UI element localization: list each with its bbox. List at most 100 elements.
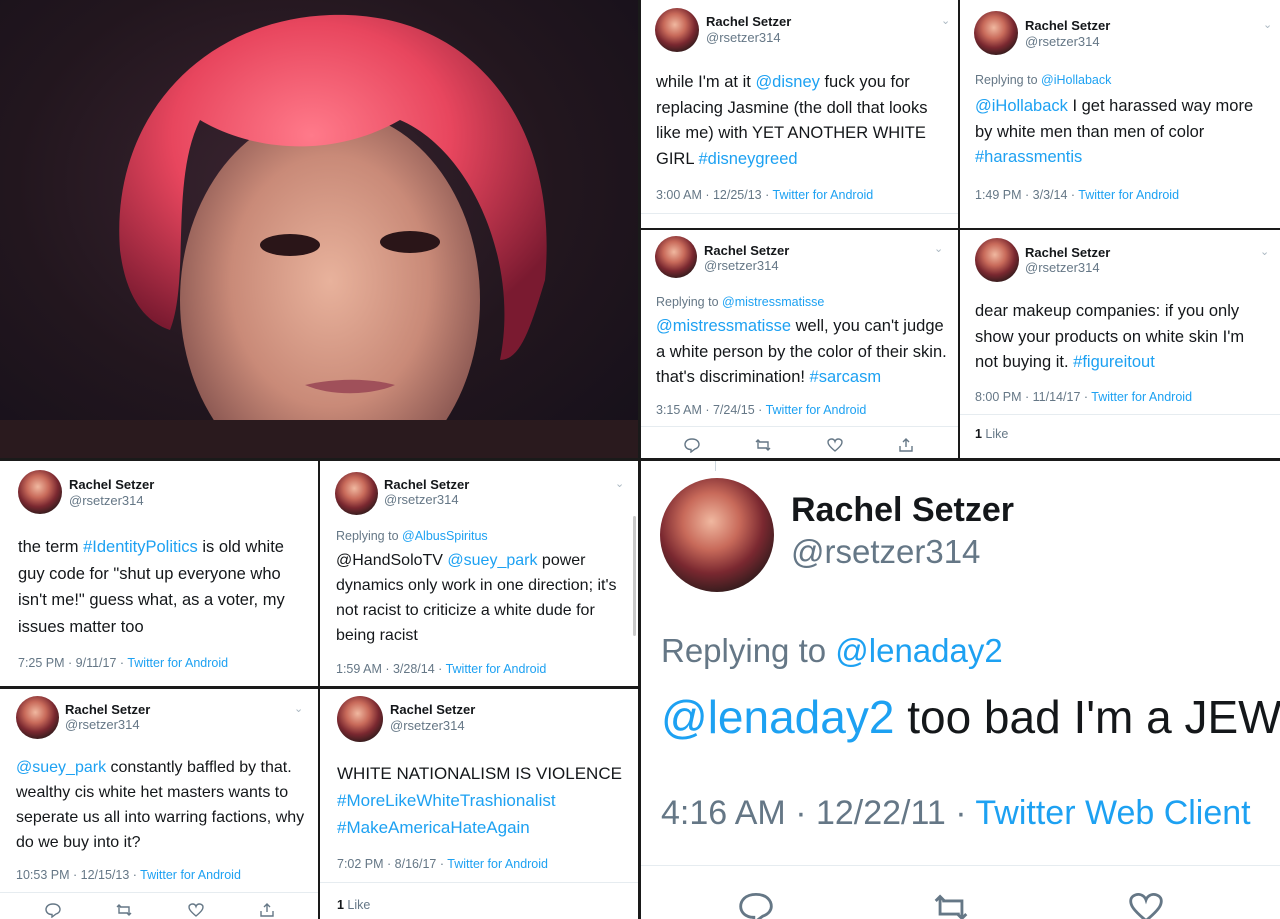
retweet-icon[interactable] [931, 890, 971, 919]
replying-mention[interactable]: @mistressmatisse [722, 295, 824, 309]
hashtag-link[interactable]: #IdentityPolitics [83, 538, 198, 556]
profile-photo [0, 0, 638, 458]
avatar[interactable] [335, 472, 378, 515]
mention-link[interactable]: @disney [755, 73, 819, 91]
author-handle[interactable]: @rsetzer314 [704, 258, 779, 273]
tweet-card-handsolo[interactable]: Rachel Setzer @rsetzer314 ⌄ Replying to … [320, 461, 638, 686]
tweet-card-makeup[interactable]: Rachel Setzer @rsetzer314 ⌄ dear makeup … [960, 230, 1280, 458]
author-handle[interactable]: @rsetzer314 [390, 718, 465, 733]
tweet-text-line: not buying it. #figureitout [975, 350, 1273, 376]
timestamp[interactable]: 1:49 PM · 3/3/14 · [975, 188, 1078, 202]
tweet-card-ihollaback[interactable]: Rachel Setzer @rsetzer314 ⌄ Replying to … [960, 0, 1280, 228]
heart-icon[interactable] [826, 437, 844, 453]
divider [0, 892, 318, 893]
chevron-down-icon[interactable]: ⌄ [941, 14, 950, 27]
author-name[interactable]: Rachel Setzer [390, 702, 475, 717]
avatar[interactable] [660, 478, 774, 592]
avatar[interactable] [16, 696, 59, 739]
tweet-source[interactable]: Twitter for Android [766, 403, 867, 417]
hashtag-link[interactable]: #harassmentis [975, 148, 1082, 166]
likes-count[interactable]: 1 Like [337, 898, 370, 912]
tweet-source[interactable]: Twitter for Android [127, 656, 228, 670]
tweet-source[interactable]: Twitter for Android [1078, 188, 1179, 202]
hashtag-link[interactable]: #disneygreed [698, 150, 797, 168]
tweet-text-line: a white person by the color of their ski… [656, 340, 951, 366]
scrollbar[interactable] [633, 516, 636, 636]
retweet-icon[interactable] [115, 902, 133, 918]
timestamp[interactable]: 8:00 PM · 11/14/17 · [975, 390, 1091, 404]
author-handle[interactable]: @rsetzer314 [1025, 34, 1100, 49]
tweet-text: @HandSoloTV @suey_park power dynamics onl… [336, 548, 626, 648]
avatar[interactable] [337, 696, 383, 742]
author-handle[interactable]: @rsetzer314 [384, 492, 459, 507]
author-name[interactable]: Rachel Setzer [704, 243, 789, 258]
author-name[interactable]: Rachel Setzer [69, 477, 154, 492]
timestamp[interactable]: 3:00 AM · 12/25/13 · [656, 188, 773, 202]
tweet-source[interactable]: Twitter for Android [140, 868, 241, 882]
likes-count[interactable]: 1 Like [975, 427, 1008, 441]
tweet-source[interactable]: Twitter Web Client [975, 794, 1250, 832]
mention-link[interactable]: @lenaday2 [661, 691, 894, 743]
replying-label: Replying to [656, 295, 723, 309]
reply-icon[interactable] [44, 902, 62, 918]
tweet-text: @suey_park constantly baffled by that. we… [16, 755, 311, 855]
hashtag-link[interactable]: #sarcasm [810, 368, 882, 386]
tweet-text: dear makeup companies: if you only show y… [975, 299, 1273, 376]
hashtag-link[interactable]: #figureitout [1073, 353, 1155, 371]
reply-icon[interactable] [683, 437, 701, 453]
mention-link[interactable]: @mistressmatisse [656, 317, 791, 335]
hashtag-link[interactable]: #MoreLikeWhiteTrashionalist [337, 791, 556, 810]
heart-icon[interactable] [1126, 890, 1166, 919]
tweet-card-identity-politics[interactable]: Rachel Setzer @rsetzer314 the term #Iden… [0, 461, 318, 686]
avatar[interactable] [655, 236, 697, 278]
reply-icon[interactable] [736, 890, 776, 919]
author-handle[interactable]: @rsetzer314 [69, 493, 144, 508]
author-name[interactable]: Rachel Setzer [65, 702, 150, 717]
timestamp[interactable]: 7:02 PM · 8/16/17 · [337, 857, 447, 871]
author-handle[interactable]: @rsetzer314 [1025, 260, 1100, 275]
avatar[interactable] [18, 470, 62, 514]
tweet-source[interactable]: Twitter for Android [1091, 390, 1192, 404]
mention-link[interactable]: @suey_park [447, 552, 537, 569]
author-name[interactable]: Rachel Setzer [791, 491, 1014, 530]
share-icon[interactable] [897, 437, 915, 453]
tweet-source[interactable]: Twitter for Android [446, 662, 547, 676]
tweet-card-suey-park[interactable]: Rachel Setzer @rsetzer314 ⌄ @suey_park c… [0, 689, 318, 919]
share-icon[interactable] [258, 902, 276, 918]
hashtag-link[interactable]: #MakeAmericaHateAgain [337, 818, 530, 837]
timestamp[interactable]: 4:16 AM · 12/22/11 · [661, 794, 975, 832]
tweet-card-lenaday2[interactable]: Rachel Setzer @rsetzer314 Replying to @l… [641, 461, 1280, 919]
replying-mention[interactable]: @AlbusSpiritus [402, 529, 488, 543]
tweet-source[interactable]: Twitter for Android [447, 857, 548, 871]
author-name[interactable]: Rachel Setzer [1025, 245, 1110, 260]
replying-mention[interactable]: @iHollaback [1041, 73, 1111, 87]
avatar[interactable] [974, 11, 1018, 55]
replying-mention[interactable]: @lenaday2 [835, 632, 1002, 669]
avatar[interactable] [655, 8, 699, 52]
tweet-card-white-nationalism[interactable]: Rachel Setzer @rsetzer314 WHITE NATIONAL… [320, 689, 638, 919]
chevron-down-icon[interactable]: ⌄ [1260, 245, 1269, 258]
mention-link[interactable]: @suey_park [16, 759, 106, 776]
timestamp[interactable]: 7:25 PM · 9/11/17 · [18, 656, 127, 670]
chevron-down-icon[interactable]: ⌄ [934, 242, 943, 255]
author-name[interactable]: Rachel Setzer [384, 477, 469, 492]
avatar[interactable] [975, 238, 1019, 282]
timestamp[interactable]: 10:53 PM · 12/15/13 · [16, 868, 140, 882]
author-name[interactable]: Rachel Setzer [706, 14, 791, 29]
timestamp[interactable]: 1:59 AM · 3/28/14 · [336, 662, 446, 676]
tweet-source[interactable]: Twitter for Android [773, 188, 874, 202]
heart-icon[interactable] [187, 902, 205, 918]
tweet-meta: 7:25 PM · 9/11/17 · Twitter for Android [18, 656, 228, 670]
tweet-card-mistressmatisse[interactable]: Rachel Setzer @rsetzer314 ⌄ Replying to … [641, 230, 958, 458]
timestamp[interactable]: 3:15 AM · 7/24/15 · [656, 403, 766, 417]
retweet-icon[interactable] [754, 437, 772, 453]
author-handle[interactable]: @rsetzer314 [706, 30, 781, 45]
author-name[interactable]: Rachel Setzer [1025, 18, 1110, 33]
author-handle[interactable]: @rsetzer314 [65, 717, 140, 732]
author-handle[interactable]: @rsetzer314 [791, 533, 980, 571]
chevron-down-icon[interactable]: ⌄ [615, 477, 624, 490]
chevron-down-icon[interactable]: ⌄ [1263, 18, 1272, 31]
chevron-down-icon[interactable]: ⌄ [294, 702, 303, 715]
mention-link[interactable]: @iHollaback [975, 97, 1068, 115]
tweet-card-disney[interactable]: Rachel Setzer @rsetzer314 ⌄ while I'm at… [641, 0, 958, 228]
